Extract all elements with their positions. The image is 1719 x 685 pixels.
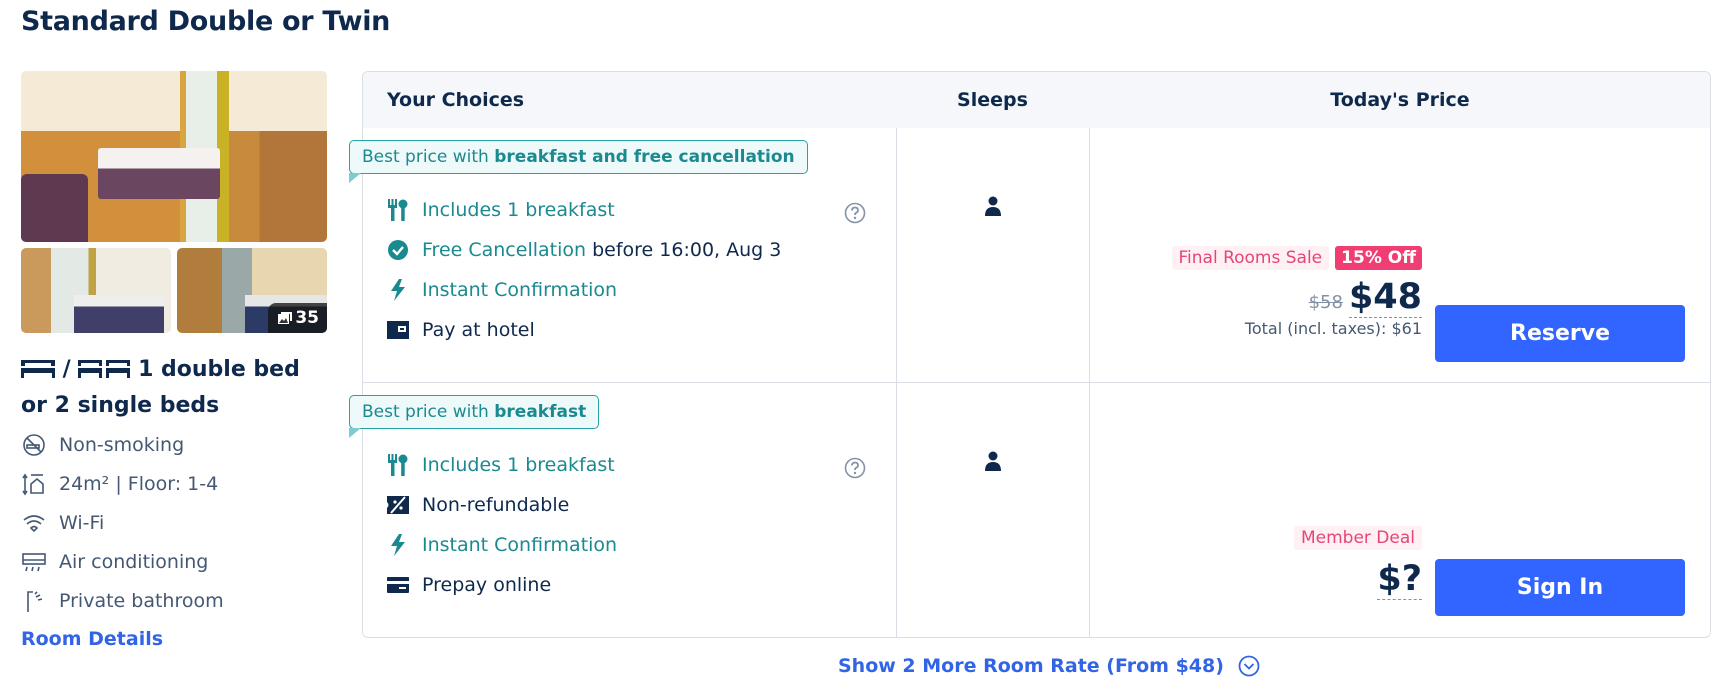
photo-count: 35 bbox=[295, 308, 319, 328]
amenity-item: Private bathroom bbox=[21, 581, 224, 620]
header-sleeps: Sleeps bbox=[957, 89, 1028, 111]
chevron-down-circle-icon bbox=[1238, 655, 1260, 677]
lightning-icon bbox=[387, 279, 409, 301]
credit-card-icon bbox=[387, 574, 409, 596]
room-photo-main[interactable] bbox=[21, 71, 327, 242]
price-block: Final Rooms Sale 15% Off $58 $48 Total (i… bbox=[1171, 246, 1422, 338]
feature-non-refundable: Non-refundable bbox=[387, 485, 617, 525]
feature-instant-confirmation: Instant Confirmation bbox=[387, 525, 617, 565]
header-todays-price: Today's Price bbox=[1330, 89, 1470, 111]
wifi-icon bbox=[21, 510, 47, 536]
show-more-rates-link[interactable]: Show 2 More Room Rate (From $48) bbox=[838, 655, 1260, 677]
shower-icon bbox=[21, 588, 47, 614]
feature-prepay-online: Prepay online bbox=[387, 565, 617, 605]
show-more-label: Show 2 More Room Rate (From $48) bbox=[838, 655, 1224, 677]
person-icon bbox=[985, 196, 1001, 216]
gallery-icon bbox=[278, 312, 293, 324]
double-bed-icon bbox=[21, 360, 55, 378]
promo-tag: Best price with breakfast bbox=[349, 395, 600, 438]
bed-separator: / bbox=[62, 357, 71, 382]
member-deal-label: Member Deal bbox=[1293, 526, 1422, 550]
price-block: Member Deal $? bbox=[1293, 526, 1422, 600]
amenity-item: Air conditioning bbox=[21, 542, 224, 581]
sale-label: Final Rooms Sale bbox=[1171, 246, 1330, 270]
breakfast-icon bbox=[387, 454, 409, 476]
non-refundable-icon bbox=[387, 494, 409, 516]
discount-badge: 15% Off bbox=[1335, 246, 1422, 270]
wallet-icon bbox=[387, 319, 409, 341]
no-smoking-icon bbox=[21, 432, 47, 458]
bed-info: / 1 double bed or 2 single beds bbox=[21, 352, 321, 424]
amenity-item: Wi-Fi bbox=[21, 503, 224, 542]
rate-table: Your Choices Sleeps Today's Price Best p… bbox=[349, 71, 1711, 638]
feature-free-cancellation: Free Cancellation before 16:00, Aug 3 bbox=[387, 230, 781, 270]
help-icon[interactable] bbox=[844, 457, 866, 479]
person-icon bbox=[985, 451, 1001, 471]
feature-breakfast: Includes 1 breakfast bbox=[387, 445, 617, 485]
feature-breakfast: Includes 1 breakfast bbox=[387, 190, 781, 230]
amenity-item: Non-smoking bbox=[21, 425, 224, 464]
feature-instant-confirmation: Instant Confirmation bbox=[387, 270, 781, 310]
feature-pay-at-hotel: Pay at hotel bbox=[387, 310, 781, 350]
rate-row: Best price with breakfast and free cance… bbox=[349, 128, 1710, 383]
air-conditioning-icon bbox=[21, 549, 47, 575]
rate-row: Best price with breakfast Includes 1 bre… bbox=[349, 383, 1710, 637]
check-circle-icon bbox=[387, 239, 409, 261]
room-size-icon bbox=[21, 471, 47, 497]
header-your-choices: Your Choices bbox=[387, 89, 525, 111]
feature-list: Includes 1 breakfast Free Cancellation b… bbox=[387, 190, 781, 350]
room-details-link[interactable]: Room Details bbox=[21, 628, 163, 650]
feature-list: Includes 1 breakfast Non-refundable Inst… bbox=[387, 445, 617, 605]
table-header: Your Choices Sleeps Today's Price bbox=[363, 72, 1710, 128]
sign-in-button[interactable]: Sign In bbox=[1435, 559, 1685, 616]
current-price[interactable]: $48 bbox=[1348, 277, 1422, 318]
amenity-list: Non-smoking 24m² | Floor: 1-4 Wi-Fi Air … bbox=[21, 425, 224, 620]
room-title: Standard Double or Twin bbox=[21, 6, 391, 37]
photo-count-badge[interactable]: 35 bbox=[268, 303, 327, 333]
help-icon[interactable] bbox=[844, 202, 866, 224]
lightning-icon bbox=[387, 534, 409, 556]
twin-bed-icon bbox=[78, 360, 131, 378]
room-photo-thumbnail[interactable] bbox=[21, 248, 171, 333]
promo-tag: Best price with breakfast and free cance… bbox=[349, 140, 808, 183]
total-price: Total (incl. taxes): $61 bbox=[1244, 319, 1422, 338]
amenity-item: 24m² | Floor: 1-4 bbox=[21, 464, 224, 503]
room-photo-thumbnail-more[interactable]: 35 bbox=[177, 248, 327, 333]
photo-gallery: 35 bbox=[21, 71, 327, 333]
hidden-member-price[interactable]: $? bbox=[1377, 559, 1422, 600]
original-price: $58 bbox=[1308, 292, 1343, 313]
reserve-button[interactable]: Reserve bbox=[1435, 305, 1685, 362]
breakfast-icon bbox=[387, 199, 409, 221]
